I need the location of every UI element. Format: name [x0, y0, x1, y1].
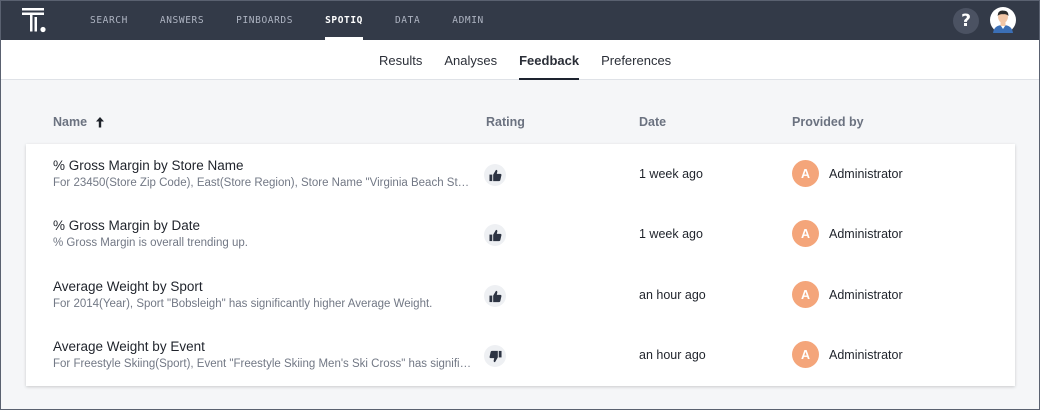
row-date: 1 week ago [639, 227, 703, 241]
tab-preferences[interactable]: Preferences [590, 40, 682, 80]
top-nav-bar: SEARCH ANSWERS PINBOARDS SPOTIQ DATA ADMIN ? [0, 0, 1040, 40]
column-header-rating[interactable]: Rating [486, 115, 525, 129]
main-nav: SEARCH ANSWERS PINBOARDS SPOTIQ DATA ADMIN [74, 0, 500, 40]
tab-results[interactable]: Results [368, 40, 433, 80]
thumbs-up-icon [488, 229, 501, 241]
nav-item-search[interactable]: SEARCH [74, 0, 144, 40]
table-row[interactable]: % Gross Margin by Date % Gross Margin is… [26, 204, 1015, 264]
tab-feedback[interactable]: Feedback [508, 40, 590, 80]
nav-item-admin[interactable]: ADMIN [436, 0, 500, 40]
provider-avatar: A [792, 341, 819, 368]
row-title[interactable]: Average Weight by Sport [53, 279, 203, 294]
nav-item-answers[interactable]: ANSWERS [144, 0, 220, 40]
nav-item-pinboards[interactable]: PINBOARDS [220, 0, 309, 40]
provider-avatar: A [792, 281, 819, 308]
row-title[interactable]: % Gross Margin by Date [53, 218, 200, 233]
row-description: For 23450(Store Zip Code), East(Store Re… [53, 177, 475, 189]
nav-item-data[interactable]: DATA [379, 0, 436, 40]
column-header-name-label: Name [53, 115, 88, 129]
feedback-table: % Gross Margin by Store Name For 23450(S… [26, 144, 1015, 386]
row-description: % Gross Margin is overall trending up. [53, 237, 248, 249]
rating-badge [484, 285, 506, 307]
table-row[interactable]: Average Weight by Event For Freestyle Sk… [26, 325, 1015, 385]
sub-nav-bar: Results Analyses Feedback Preferences [0, 40, 1040, 80]
thumbs-up-icon [488, 169, 501, 181]
row-title[interactable]: % Gross Margin by Store Name [53, 158, 244, 173]
column-header-name[interactable]: Name [53, 115, 105, 129]
row-title[interactable]: Average Weight by Event [53, 339, 205, 354]
user-avatar-icon[interactable] [990, 7, 1016, 35]
row-date: an hour ago [639, 348, 706, 362]
thoughtspot-logo-icon[interactable] [22, 8, 48, 34]
rating-badge [484, 224, 506, 246]
nav-item-spotiq[interactable]: SPOTIQ [309, 0, 379, 40]
help-button[interactable]: ? [953, 8, 979, 34]
table-row[interactable]: Average Weight by Sport For 2014(Year), … [26, 265, 1015, 325]
column-header-date[interactable]: Date [639, 115, 666, 129]
row-description: For 2014(Year), Sport "Bobsleigh" has si… [53, 298, 433, 310]
tab-analyses[interactable]: Analyses [433, 40, 508, 80]
row-date: 1 week ago [639, 167, 703, 181]
rating-badge [484, 164, 506, 186]
provider-name: Administrator [829, 167, 903, 181]
thumbs-down-icon [489, 350, 502, 362]
provider-avatar: A [792, 160, 819, 187]
provider-name: Administrator [829, 227, 903, 241]
provider-name: Administrator [829, 288, 903, 302]
column-header-provided-by[interactable]: Provided by [792, 115, 864, 129]
spotiq-tabs: Results Analyses Feedback Preferences [368, 40, 682, 80]
table-header: Name Rating Date Provided by [0, 110, 1040, 134]
row-date: an hour ago [639, 288, 706, 302]
table-row[interactable]: % Gross Margin by Store Name For 23450(S… [26, 144, 1015, 204]
sort-ascending-icon[interactable] [95, 116, 105, 128]
row-description: For Freestyle Skiing(Sport), Event "Free… [53, 358, 475, 370]
thumbs-up-icon [488, 290, 501, 302]
provider-name: Administrator [829, 348, 903, 362]
provider-avatar: A [792, 220, 819, 247]
rating-badge [484, 345, 506, 367]
